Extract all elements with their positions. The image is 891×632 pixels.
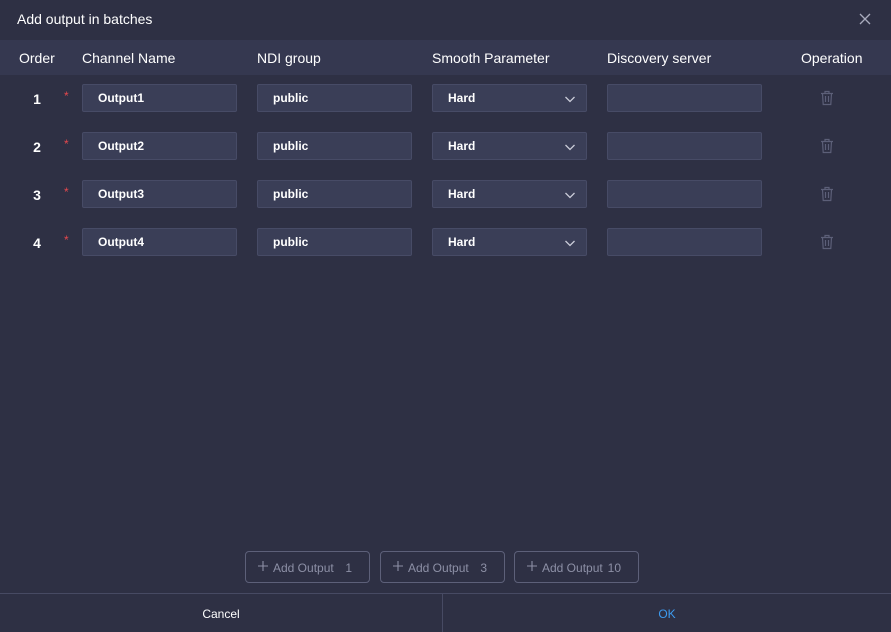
ndi-group-input[interactable]: public — [257, 84, 412, 112]
column-header-channel-name: Channel Name — [82, 50, 176, 66]
smooth-parameter-select[interactable]: Hard — [432, 132, 587, 160]
required-mark: * — [64, 89, 69, 103]
row-order: 3 — [33, 187, 41, 203]
channel-name-input[interactable]: Output1 — [82, 84, 237, 112]
smooth-parameter-select[interactable]: Hard — [432, 180, 587, 208]
ndi-group-input[interactable]: public — [257, 228, 412, 256]
add-output-label: Add Output — [542, 561, 603, 575]
add-output-count: 10 — [607, 561, 621, 575]
trash-icon — [821, 138, 833, 154]
add-output-1-button[interactable]: Add Output 1 — [245, 551, 370, 583]
table-row: 2 * Output2 public Hard — [0, 132, 891, 162]
smooth-parameter-value: Hard — [448, 139, 476, 153]
delete-row-button[interactable] — [820, 186, 834, 202]
column-header-smooth-parameter: Smooth Parameter — [432, 50, 550, 66]
close-button[interactable] — [857, 11, 873, 27]
column-header-operation: Operation — [801, 50, 863, 66]
add-output-count: 3 — [480, 561, 487, 575]
plus-icon — [527, 561, 537, 571]
dialog-footer: Cancel OK — [0, 593, 891, 632]
delete-row-button[interactable] — [820, 90, 834, 106]
discovery-server-input[interactable] — [607, 180, 762, 208]
chevron-down-icon — [565, 192, 575, 199]
smooth-parameter-select[interactable]: Hard — [432, 228, 587, 256]
plus-icon — [393, 561, 403, 571]
chevron-down-icon — [565, 240, 575, 247]
smooth-parameter-value: Hard — [448, 187, 476, 201]
discovery-server-input[interactable] — [607, 228, 762, 256]
required-mark: * — [64, 233, 69, 247]
column-header-ndi-group: NDI group — [257, 50, 321, 66]
row-order: 2 — [33, 139, 41, 155]
dialog-title: Add output in batches — [17, 11, 153, 27]
add-output-count: 1 — [345, 561, 352, 575]
smooth-parameter-value: Hard — [448, 91, 476, 105]
add-output-label: Add Output — [408, 561, 469, 575]
smooth-parameter-select[interactable]: Hard — [432, 84, 587, 112]
channel-name-input[interactable]: Output3 — [82, 180, 237, 208]
ok-button[interactable]: OK — [443, 594, 891, 632]
ndi-group-input[interactable]: public — [257, 180, 412, 208]
row-order: 4 — [33, 235, 41, 251]
discovery-server-input[interactable] — [607, 132, 762, 160]
discovery-server-input[interactable] — [607, 84, 762, 112]
table-row: 4 * Output4 public Hard — [0, 228, 891, 258]
channel-name-input[interactable]: Output2 — [82, 132, 237, 160]
column-header-discovery-server: Discovery server — [607, 50, 712, 66]
table-header: Order Channel Name NDI group Smooth Para… — [0, 40, 891, 75]
column-header-order: Order — [19, 50, 55, 66]
row-order: 1 — [33, 91, 41, 107]
close-icon — [859, 13, 871, 25]
ndi-group-input[interactable]: public — [257, 132, 412, 160]
add-output-10-button[interactable]: Add Output 10 — [514, 551, 639, 583]
trash-icon — [821, 186, 833, 202]
add-output-dialog: Add output in batches Order Channel Name… — [0, 0, 891, 632]
dialog-titlebar: Add output in batches — [0, 0, 891, 40]
add-output-3-button[interactable]: Add Output 3 — [380, 551, 505, 583]
add-output-label: Add Output — [273, 561, 334, 575]
delete-row-button[interactable] — [820, 234, 834, 250]
chevron-down-icon — [565, 96, 575, 103]
table-row: 3 * Output3 public Hard — [0, 180, 891, 210]
table-row: 1 * Output1 public Hard — [0, 84, 891, 114]
required-mark: * — [64, 185, 69, 199]
plus-icon — [258, 561, 268, 571]
required-mark: * — [64, 137, 69, 151]
delete-row-button[interactable] — [820, 138, 834, 154]
smooth-parameter-value: Hard — [448, 235, 476, 249]
channel-name-input[interactable]: Output4 — [82, 228, 237, 256]
trash-icon — [821, 234, 833, 250]
cancel-button[interactable]: Cancel — [0, 594, 442, 632]
trash-icon — [821, 90, 833, 106]
chevron-down-icon — [565, 144, 575, 151]
